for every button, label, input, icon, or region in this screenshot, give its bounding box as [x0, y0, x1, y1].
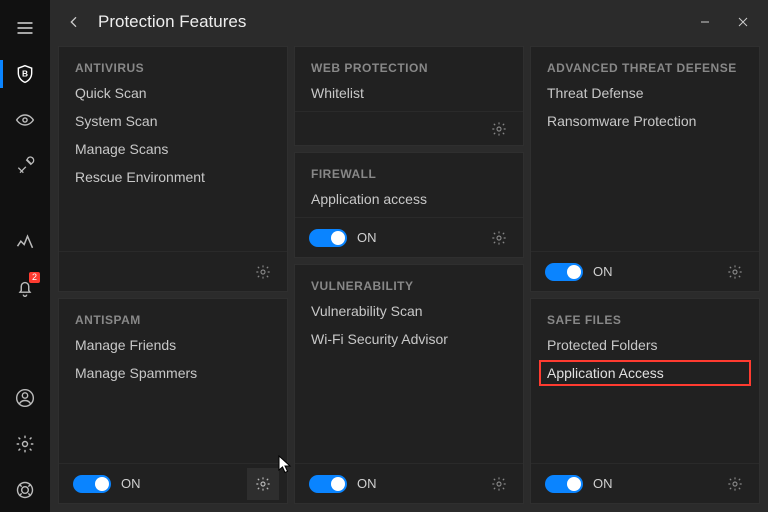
antispam-toggle[interactable]: [73, 475, 111, 493]
toggle-label: ON: [121, 476, 141, 491]
minimize-icon: [697, 14, 713, 30]
back-button[interactable]: [62, 10, 86, 34]
card-safe-files: SAFE FILES Protected Folders Application…: [530, 298, 760, 504]
card-title: ANTIVIRUS: [59, 47, 287, 85]
card-title: ADVANCED THREAT DEFENSE: [531, 47, 759, 85]
card-title: SAFE FILES: [531, 299, 759, 337]
toggle-label: ON: [593, 476, 613, 491]
gear-icon: [727, 476, 743, 492]
toggle-label: ON: [357, 476, 377, 491]
card-title: ANTISPAM: [59, 299, 287, 337]
toggle-label: ON: [357, 230, 377, 245]
eye-icon: [15, 110, 35, 130]
item-application-access-safefiles[interactable]: Application Access: [539, 360, 751, 386]
tools-icon: [15, 156, 35, 176]
card-firewall: FIREWALL Application access ON: [294, 152, 524, 258]
activity-icon: [15, 232, 35, 252]
card-antivirus: ANTIVIRUS Quick Scan System Scan Manage …: [58, 46, 288, 292]
gear-icon: [491, 230, 507, 246]
advanced-threat-toggle[interactable]: [545, 263, 583, 281]
gear-icon: [255, 264, 271, 280]
left-rail: 2: [0, 0, 50, 512]
rail-divider: [0, 190, 50, 218]
card-antispam: ANTISPAM Manage Friends Manage Spammers …: [58, 298, 288, 504]
toggle-label: ON: [593, 264, 613, 279]
nav-support[interactable]: [0, 468, 50, 512]
card-title: WEB PROTECTION: [295, 47, 523, 85]
safe-files-settings[interactable]: [719, 468, 751, 500]
antispam-settings[interactable]: [247, 468, 279, 500]
menu-icon: [15, 18, 35, 38]
nav-notifications[interactable]: 2: [0, 266, 50, 310]
item-whitelist[interactable]: Whitelist: [311, 85, 507, 101]
nav-privacy[interactable]: [0, 98, 50, 142]
page-title: Protection Features: [98, 12, 246, 32]
card-advanced-threat: ADVANCED THREAT DEFENSE Threat Defense R…: [530, 46, 760, 292]
item-ransomware-protection[interactable]: Ransomware Protection: [547, 113, 743, 129]
item-rescue-environment[interactable]: Rescue Environment: [75, 169, 271, 185]
gear-icon: [727, 264, 743, 280]
minimize-button[interactable]: [688, 9, 722, 35]
item-threat-defense[interactable]: Threat Defense: [547, 85, 743, 101]
item-manage-friends[interactable]: Manage Friends: [75, 337, 271, 353]
safe-files-toggle[interactable]: [545, 475, 583, 493]
close-icon: [735, 14, 751, 30]
close-button[interactable]: [726, 9, 760, 35]
gear-icon: [15, 434, 35, 454]
window-controls: [688, 9, 760, 35]
item-vulnerability-scan[interactable]: Vulnerability Scan: [311, 303, 507, 319]
menu-button[interactable]: [0, 6, 50, 50]
card-vulnerability: VULNERABILITY Vulnerability Scan Wi-Fi S…: [294, 264, 524, 504]
item-manage-spammers[interactable]: Manage Spammers: [75, 365, 271, 381]
main-area: Protection Features ANTIVIRUS Quick Scan…: [50, 0, 768, 512]
chevron-left-icon: [66, 14, 82, 30]
item-application-access[interactable]: Application access: [311, 191, 507, 207]
notification-badge: 2: [29, 272, 40, 283]
header: Protection Features: [50, 0, 768, 44]
nav-settings[interactable]: [0, 422, 50, 466]
gear-icon: [255, 476, 271, 492]
nav-protection[interactable]: [0, 52, 50, 96]
nav-account[interactable]: [0, 376, 50, 420]
card-title: VULNERABILITY: [295, 265, 523, 303]
nav-utilities[interactable]: [0, 144, 50, 188]
shield-icon: [15, 64, 35, 84]
item-protected-folders[interactable]: Protected Folders: [547, 337, 743, 353]
gear-icon: [491, 476, 507, 492]
card-web-protection: WEB PROTECTION Whitelist: [294, 46, 524, 146]
advanced-threat-settings[interactable]: [719, 256, 751, 288]
card-title: FIREWALL: [295, 153, 523, 191]
help-icon: [15, 480, 35, 500]
firewall-settings[interactable]: [483, 222, 515, 254]
vulnerability-settings[interactable]: [483, 468, 515, 500]
vulnerability-toggle[interactable]: [309, 475, 347, 493]
user-icon: [15, 388, 35, 408]
item-system-scan[interactable]: System Scan: [75, 113, 271, 129]
item-wifi-advisor[interactable]: Wi-Fi Security Advisor: [311, 331, 507, 347]
item-quick-scan[interactable]: Quick Scan: [75, 85, 271, 101]
nav-activity[interactable]: [0, 220, 50, 264]
feature-grid: ANTIVIRUS Quick Scan System Scan Manage …: [50, 44, 768, 512]
antivirus-settings[interactable]: [247, 256, 279, 288]
item-manage-scans[interactable]: Manage Scans: [75, 141, 271, 157]
web-protection-settings[interactable]: [483, 113, 515, 145]
gear-icon: [491, 121, 507, 137]
firewall-toggle[interactable]: [309, 229, 347, 247]
